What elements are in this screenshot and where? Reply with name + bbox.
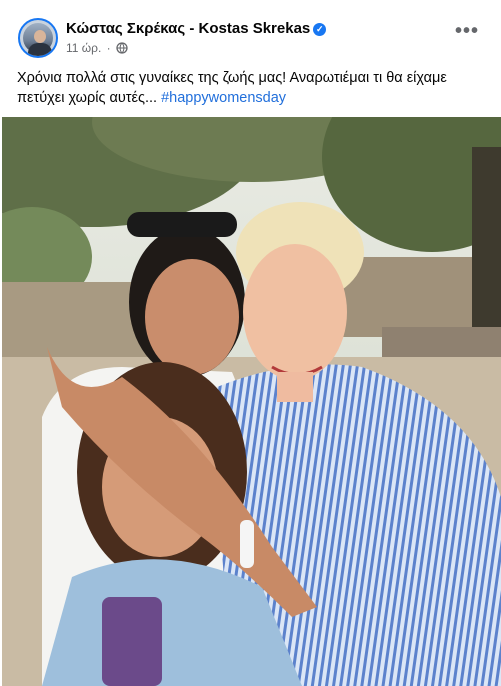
post-photo[interactable] — [2, 117, 501, 686]
meta-separator: · — [106, 41, 111, 55]
post-meta: 11 ώρ. · — [66, 41, 128, 57]
photo-illustration — [2, 117, 501, 686]
sunglasses — [127, 212, 237, 237]
facebook-post: Κώστας Σκρέκας - Kostas Skrekas ✓ 11 ώρ. … — [0, 0, 501, 686]
post-caption: Χρόνια πολλά στις γυναίκες της ζωής μας!… — [17, 68, 487, 108]
avatar-head — [34, 30, 46, 43]
girl-face — [145, 259, 239, 375]
author-name-link[interactable]: Κώστας Σκρέκας - Kostas Skrekas ✓ — [66, 20, 327, 37]
phone-case — [102, 597, 162, 686]
stone-wall-right — [342, 257, 472, 337]
wristband — [240, 520, 254, 568]
woman-neck — [277, 372, 313, 402]
author-avatar[interactable] — [18, 18, 58, 58]
globe-icon — [116, 42, 128, 57]
verified-badge-icon: ✓ — [313, 23, 327, 36]
more-options-icon[interactable]: ••• — [452, 21, 482, 50]
woman-face — [243, 244, 347, 380]
post-timestamp[interactable]: 11 ώρ. — [66, 41, 101, 55]
post-header: Κώστας Σκρέκας - Kostas Skrekas ✓ 11 ώρ. … — [0, 0, 501, 62]
avatar-suit — [28, 43, 52, 56]
author-name[interactable]: Κώστας Σκρέκας - Kostas Skrekas — [66, 20, 310, 37]
hashtag-link[interactable]: #happywomensday — [161, 90, 286, 106]
avatar-photo — [23, 23, 53, 56]
